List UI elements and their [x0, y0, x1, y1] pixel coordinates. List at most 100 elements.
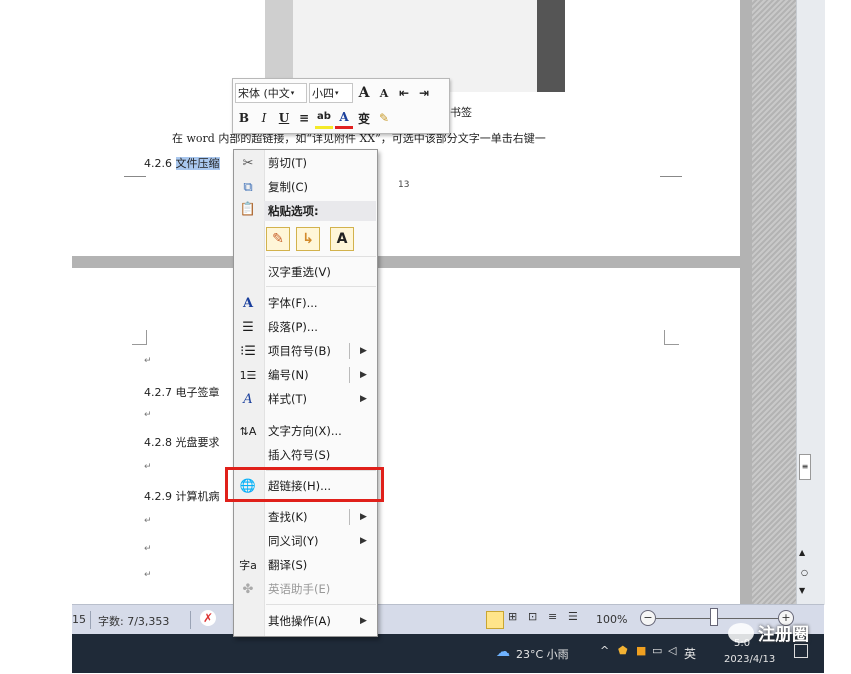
scroll-thumb[interactable]: ≡ [799, 454, 811, 480]
clipboard-icon: 📋 [239, 202, 257, 217]
outline-view-icon[interactable]: ≡ [548, 610, 557, 623]
paste-merge-formatting-icon[interactable]: ↳ [296, 227, 320, 251]
heading-428: 4.2.8 光盘要求 [144, 436, 220, 449]
submenu-arrow-icon[interactable]: ▶ [360, 512, 367, 522]
text-direction-icon: ⇅A [239, 424, 257, 438]
menu-item-synonyms[interactable]: 同义词(Y) ▶ [234, 530, 377, 552]
underline-button[interactable]: U [275, 109, 293, 127]
menu-item-reconvert[interactable]: 汉字重选(V) [234, 261, 377, 283]
ime-indicator[interactable]: 英 [684, 645, 696, 662]
network-icon[interactable]: ▭ [652, 644, 662, 657]
paragraph-mark: ↵ [144, 356, 152, 366]
margin-corner-left [132, 330, 147, 345]
heading-426-number: 4.2.6 [144, 157, 176, 170]
decrease-indent-icon[interactable]: ⇤ [395, 84, 413, 102]
phonetic-guide-button[interactable]: 变 [355, 109, 373, 127]
security-shield-icon[interactable]: ⬟ [618, 644, 628, 657]
font-icon: A [242, 295, 254, 311]
menu-divider [266, 256, 376, 257]
menu-item-styles[interactable]: A 样式(T) ▶ [234, 388, 377, 410]
submenu-arrow-icon[interactable]: ▶ [360, 370, 367, 380]
numbered-list-icon: 1☰ [239, 368, 257, 382]
taskbar: ☁ 23°C 小雨 ^ ⬟ ■ ▭ ◁ 英 5:0 2023/4/13 [72, 634, 824, 673]
split-divider [349, 509, 350, 525]
font-color-button[interactable]: A [335, 108, 353, 129]
menu-item-font[interactable]: A 字体(F)... [234, 292, 377, 314]
scissors-icon: ✂ [242, 155, 254, 171]
status-divider [90, 611, 91, 629]
menu-item-insert-symbol[interactable]: 插入符号(S) [234, 444, 377, 466]
show-hidden-icons-icon[interactable]: ^ [600, 644, 609, 657]
context-menu: ✂ 剪切(T) ⧉ 复制(C) 📋 粘贴选项: ✎ ↳ A 汉字重选(V) A … [233, 149, 378, 637]
watermark: 注册圈 [728, 620, 809, 645]
vertical-scrollbar[interactable]: ≡ ▲ ○ ▼ [796, 0, 825, 605]
mini-toolbar-row-1: 宋体 (中文 ▾ 小四 ▾ A A ⇤ ⇥ [235, 82, 433, 104]
menu-item-paragraph[interactable]: ☰ 段落(P)... [234, 316, 377, 338]
translate-icon: 字a [239, 559, 257, 572]
word-count[interactable]: 字数: 7/3,353 [98, 613, 169, 629]
menu-item-text-direction[interactable]: ⇅A 文字方向(X)... [234, 420, 377, 442]
full-screen-reading-icon[interactable]: ⊞ [508, 610, 517, 623]
paste-text-only-button[interactable]: A [330, 227, 354, 251]
menu-item-bullets[interactable]: ⁝☰ 项目符号(B) ▶ [234, 340, 377, 362]
menu-item-insert-symbol-label: 插入符号(S) [268, 448, 331, 462]
browse-object-icon[interactable]: ○ [801, 568, 808, 577]
submenu-arrow-icon[interactable]: ▶ [360, 346, 367, 356]
submenu-arrow-icon: ▶ [360, 536, 367, 546]
menu-divider [266, 604, 376, 605]
highlight-color-icon[interactable]: ab [315, 108, 333, 129]
menu-divider [266, 286, 376, 287]
paste-keep-source-formatting-icon[interactable]: ✎ [266, 227, 290, 251]
copy-icon: ⧉ [243, 179, 253, 195]
next-page-icon[interactable]: ▼ [799, 586, 805, 595]
paragraph-mark: ↵ [144, 410, 152, 420]
watermark-text: 注册圈 [758, 625, 809, 645]
selected-text[interactable]: 文件压缩 [175, 157, 220, 170]
menu-item-english-assistant-label: 英语助手(E) [268, 582, 331, 596]
weather-text[interactable]: 23°C 小雨 [516, 646, 569, 662]
status-bar: 15 字数: 7/3,353 ✗ ⊞ ⊡ ≡ ☰ 100% − + [72, 604, 824, 635]
menu-item-translate[interactable]: 字a 翻译(S) [234, 554, 377, 576]
heading-427: 4.2.7 电子签章 [144, 386, 220, 399]
web-layout-icon[interactable]: ⊡ [528, 610, 537, 623]
format-painter-icon[interactable]: ✎ [375, 109, 393, 127]
menu-item-reconvert-label: 汉字重选(V) [268, 265, 331, 279]
paragraph-mark: ↵ [144, 570, 152, 580]
menu-item-find[interactable]: 查找(K) ▶ [234, 506, 377, 528]
center-align-icon[interactable]: ≡ [295, 109, 313, 127]
page-number: 13 [398, 180, 410, 190]
notification-icon[interactable] [794, 644, 808, 658]
zoom-slider-thumb[interactable] [710, 608, 718, 626]
grow-font-button[interactable]: A [355, 84, 373, 102]
zoom-out-button[interactable]: − [640, 610, 656, 626]
weather-cloud-icon[interactable]: ☁ [496, 644, 510, 660]
shrink-font-button[interactable]: A [375, 84, 393, 102]
bold-button[interactable]: B [235, 109, 253, 127]
prev-page-icon[interactable]: ▲ [799, 548, 805, 557]
increase-indent-icon[interactable]: ⇥ [415, 84, 433, 102]
menu-item-synonyms-label: 同义词(Y) [268, 534, 319, 548]
paragraph-mark: ↵ [144, 462, 152, 472]
menu-item-more-actions[interactable]: 其他操作(A) ▶ [234, 610, 377, 632]
paragraph-mark: ↵ [144, 516, 152, 526]
draft-view-icon[interactable]: ☰ [568, 610, 578, 623]
mini-toolbar: 宋体 (中文 ▾ 小四 ▾ A A ⇤ ⇥ B I U ≡ ab A 变 ✎ [232, 78, 450, 134]
menu-item-cut[interactable]: ✂ 剪切(T) [234, 152, 377, 174]
chevron-down-icon: ▾ [335, 89, 339, 97]
page-indicator[interactable]: 15 [72, 613, 86, 626]
zoom-level[interactable]: 100% [596, 613, 627, 626]
print-layout-view-icon[interactable] [486, 611, 504, 629]
english-assistant-icon: ✤ [242, 581, 254, 597]
italic-button[interactable]: I [255, 109, 273, 127]
speaker-icon[interactable]: ◁ [668, 644, 676, 657]
submenu-arrow-icon: ▶ [360, 616, 367, 626]
menu-item-copy[interactable]: ⧉ 复制(C) [234, 176, 377, 198]
split-divider [349, 367, 350, 383]
menu-item-numbering[interactable]: 1☰ 编号(N) ▶ [234, 364, 377, 386]
paragraph-mark: ↵ [144, 544, 152, 554]
clock-date[interactable]: 2023/4/13 [724, 654, 775, 665]
font-name-dropdown[interactable]: 宋体 (中文 ▾ [235, 83, 307, 103]
font-size-dropdown[interactable]: 小四 ▾ [309, 83, 353, 103]
lock-icon[interactable]: ■ [636, 644, 646, 657]
proofing-error-icon[interactable]: ✗ [200, 610, 216, 626]
